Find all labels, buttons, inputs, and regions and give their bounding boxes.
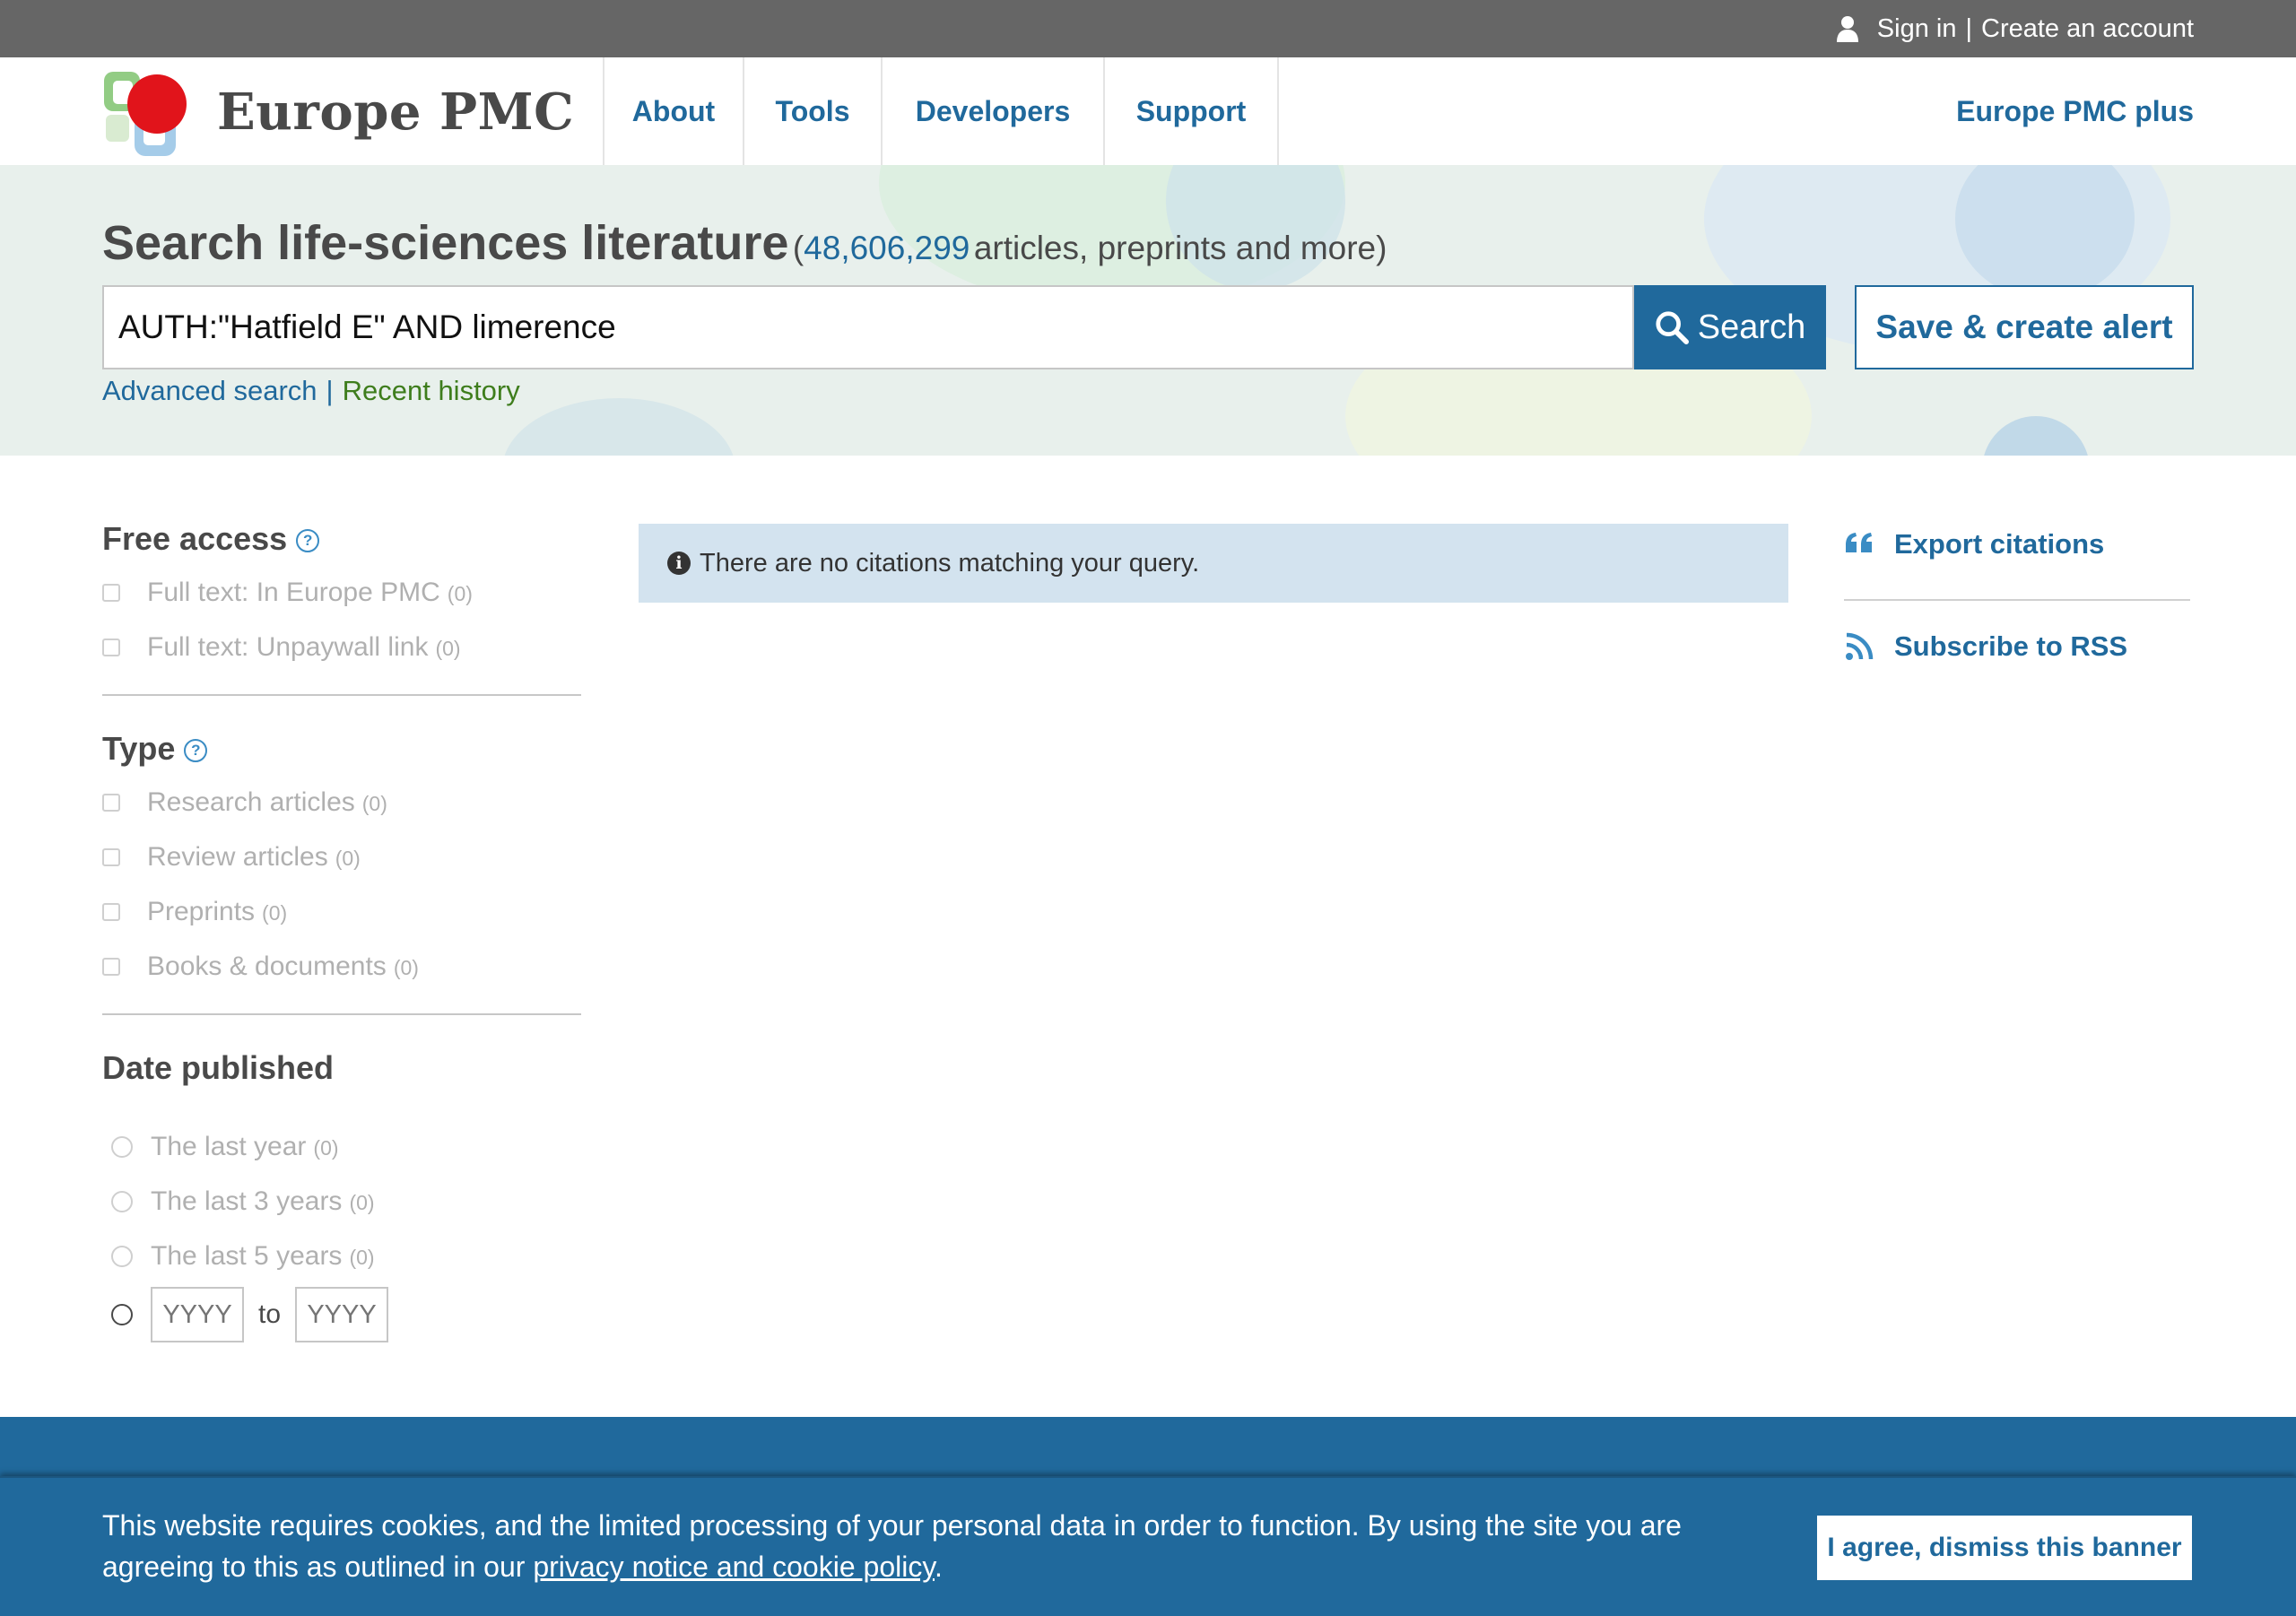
radio-button[interactable] [111, 1135, 133, 1158]
search-icon [1656, 311, 1689, 344]
background-decoration [502, 398, 735, 456]
cookie-period: . [934, 1551, 943, 1583]
search-title: Search life-sciences literature [102, 216, 789, 270]
save-create-alert-button[interactable]: Save & create alert [1855, 285, 2194, 369]
account-links: Sign in | Create an account [1836, 0, 2194, 57]
free-access-heading: Free access ? [102, 520, 581, 558]
filter-label: Full text: In Europe PMC [147, 577, 440, 607]
nav-about[interactable]: About [603, 57, 743, 165]
filter-option-last-5-years[interactable]: The last 5 years (0) [102, 1229, 581, 1283]
filter-option-review-articles[interactable]: Review articles (0) [102, 830, 581, 884]
nav-support[interactable]: Support [1103, 57, 1279, 165]
subscribe-rss-link[interactable]: Subscribe to RSS [1844, 626, 2190, 667]
date-range-row: to [102, 1283, 581, 1346]
filter-option-research-articles[interactable]: Research articles (0) [102, 775, 581, 830]
search-button-label: Search [1697, 308, 1806, 346]
export-citations-link[interactable]: Export citations [1844, 524, 2190, 565]
rss-icon [1846, 632, 1874, 660]
filter-count: (0) [361, 792, 387, 815]
filter-count: (0) [349, 1191, 375, 1214]
nav-developers[interactable]: Developers [881, 57, 1103, 165]
europe-pmc-plus-link[interactable]: Europe PMC plus [1956, 57, 2194, 165]
filter-count: (0) [335, 847, 361, 870]
nav-tools[interactable]: Tools [743, 57, 881, 165]
filter-option-last-year[interactable]: The last year (0) [102, 1119, 581, 1174]
background-decoration [1982, 416, 2090, 456]
date-range-to-label: to [258, 1299, 282, 1329]
type-title: Type [102, 730, 176, 767]
filter-count: (0) [262, 901, 288, 925]
filter-label: Full text: Unpaywall link [147, 631, 429, 662]
info-icon: i [667, 552, 691, 575]
search-section: Search life-sciences literature (48,606,… [0, 165, 2296, 456]
date-published-heading: Date published [102, 1049, 335, 1086]
filter-option-preprints[interactable]: Preprints (0) [102, 884, 581, 939]
cookie-text: This website requires cookies, and the l… [102, 1505, 1717, 1587]
free-access-title: Free access [102, 520, 288, 557]
filter-count: (0) [349, 1246, 375, 1269]
account-separator: | [1965, 13, 1973, 43]
checkbox[interactable] [102, 847, 120, 866]
checkbox[interactable] [102, 902, 120, 921]
site-header: Europe PMC About Tools Developers Suppor… [0, 57, 2296, 165]
main-nav: About Tools Developers Support [603, 57, 1279, 165]
search-heading: Search life-sciences literature (48,606,… [102, 215, 1387, 271]
europe-pmc-logo-icon [104, 72, 187, 156]
filter-label: Books & documents [147, 951, 387, 981]
filter-count: (0) [435, 637, 461, 660]
filter-sidebar: Free access ? Full text: In Europe PMC (… [102, 520, 581, 1346]
checkbox[interactable] [102, 957, 120, 976]
export-citations-label: Export citations [1894, 528, 2105, 560]
checkbox[interactable] [102, 583, 120, 602]
radio-button[interactable] [111, 1304, 133, 1325]
search-links: Advanced search | Recent history [102, 375, 520, 407]
sign-in-link[interactable]: Sign in [1877, 14, 1957, 44]
advanced-search-link[interactable]: Advanced search [102, 375, 317, 406]
dismiss-banner-button[interactable]: I agree, dismiss this banner [1817, 1516, 2192, 1580]
checkbox[interactable] [102, 793, 120, 812]
help-icon[interactable]: ? [296, 529, 320, 552]
help-icon[interactable]: ? [184, 739, 208, 762]
filter-count: (0) [313, 1136, 339, 1160]
article-count-open: ( [792, 230, 804, 266]
filter-option-last-3-years[interactable]: The last 3 years (0) [102, 1174, 581, 1229]
filter-label: The last year [151, 1131, 307, 1161]
filter-option-unpaywall[interactable]: Full text: Unpaywall link (0) [102, 620, 581, 674]
radio-button[interactable] [111, 1190, 133, 1212]
results-actions: Export citations Subscribe to RSS [1844, 524, 2190, 667]
quote-icon [1846, 533, 1872, 552]
filter-label: Preprints [147, 896, 256, 926]
filter-count: (0) [447, 582, 473, 605]
search-button[interactable]: Search [1634, 285, 1826, 369]
checkbox[interactable] [102, 638, 120, 656]
filter-label: The last 5 years [151, 1240, 343, 1271]
logo-text: Europe PMC [217, 83, 575, 142]
filter-label: The last 3 years [151, 1186, 343, 1216]
filter-count: (0) [393, 956, 419, 979]
subscribe-rss-label: Subscribe to RSS [1894, 630, 2128, 662]
article-count: 48,606,299 [804, 230, 970, 266]
user-icon [1836, 16, 1858, 42]
search-links-separator: | [326, 375, 334, 406]
filter-label: Review articles [147, 841, 328, 872]
europe-pmc-logo[interactable]: Europe PMC [100, 63, 574, 161]
cookie-banner: This website requires cookies, and the l… [0, 1476, 2296, 1616]
recent-history-link[interactable]: Recent history [343, 375, 520, 406]
filter-option-books-documents[interactable]: Books & documents (0) [102, 939, 581, 994]
create-account-link[interactable]: Create an account [1981, 14, 2194, 44]
type-heading: Type ? [102, 730, 581, 768]
search-input[interactable] [102, 285, 1634, 369]
no-results-text: There are no citations matching your que… [700, 548, 1200, 578]
year-from-input[interactable] [151, 1287, 244, 1342]
filter-option-europe-pmc[interactable]: Full text: In Europe PMC (0) [102, 565, 581, 620]
top-bar: Sign in | Create an account [0, 0, 2296, 57]
privacy-policy-link[interactable]: privacy notice and cookie policy [533, 1551, 935, 1583]
article-count-suffix: articles, preprints and more) [973, 230, 1387, 266]
filter-label: Research articles [147, 786, 355, 817]
year-to-input[interactable] [295, 1287, 389, 1342]
actions-divider [1844, 599, 2190, 601]
no-results-message: i There are no citations matching your q… [639, 524, 1788, 603]
radio-button[interactable] [111, 1245, 133, 1267]
